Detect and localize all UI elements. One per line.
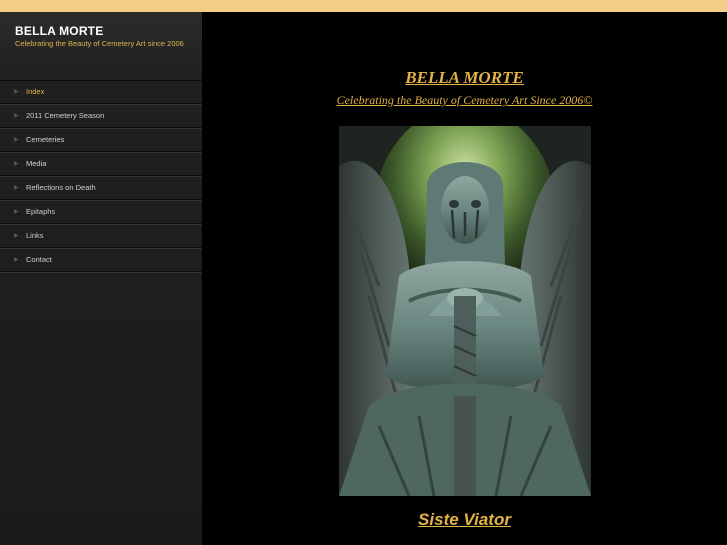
sidebar-item-2011-cemetery-season[interactable]: ▶ 2011 Cemetery Season	[0, 105, 202, 128]
triangle-right-icon: ▶	[14, 185, 19, 191]
sidebar-item-label: 2011 Cemetery Season	[26, 111, 105, 120]
sidebar-item-label: Contact	[26, 255, 52, 264]
sidebar-item-contact[interactable]: ▶ Contact	[0, 249, 202, 272]
angel-statue-photo	[339, 126, 591, 496]
sidebar-item-label: Index	[26, 87, 45, 96]
site-tagline: Celebrating the Beauty of Cemetery Art s…	[15, 39, 184, 48]
page-subtitle[interactable]: Celebrating the Beauty of Cemetery Art S…	[202, 93, 727, 108]
page-title[interactable]: BELLA MORTE	[202, 68, 727, 88]
sidebar-item-label: Media	[26, 159, 47, 168]
top-accent-bar	[0, 0, 727, 12]
sidebar-item-reflections-on-death[interactable]: ▶ Reflections on Death	[0, 177, 202, 200]
sidebar-item-media[interactable]: ▶ Media	[0, 153, 202, 176]
sidebar-item-links[interactable]: ▶ Links	[0, 225, 202, 248]
triangle-right-icon: ▶	[14, 137, 19, 143]
image-caption[interactable]: Siste Viator	[202, 510, 727, 530]
sidebar-item-epitaphs[interactable]: ▶ Epitaphs	[0, 201, 202, 224]
site-title[interactable]: BELLA MORTE	[15, 24, 103, 38]
triangle-right-icon: ▶	[14, 113, 19, 119]
triangle-right-icon: ▶	[14, 233, 19, 239]
sidebar-item-label: Links	[26, 231, 44, 240]
main-content: BELLA MORTE Celebrating the Beauty of Ce…	[202, 12, 727, 545]
sidebar-item-label: Epitaphs	[26, 207, 56, 216]
sidebar-item-label: Cemeteries	[26, 135, 65, 144]
triangle-right-icon: ▶	[14, 161, 19, 167]
triangle-right-icon: ▶	[14, 257, 19, 263]
sidebar-item-label: Reflections on Death	[26, 183, 96, 192]
sidebar-nav: ▶ Index ▶ 2011 Cemetery Season ▶ Cemeter…	[0, 80, 202, 273]
triangle-right-icon: ▶	[14, 89, 19, 95]
sidebar-item-index[interactable]: ▶ Index	[0, 81, 202, 104]
sidebar: BELLA MORTE Celebrating the Beauty of Ce…	[0, 12, 202, 545]
triangle-right-icon: ▶	[14, 209, 19, 215]
sidebar-item-cemeteries[interactable]: ▶ Cemeteries	[0, 129, 202, 152]
